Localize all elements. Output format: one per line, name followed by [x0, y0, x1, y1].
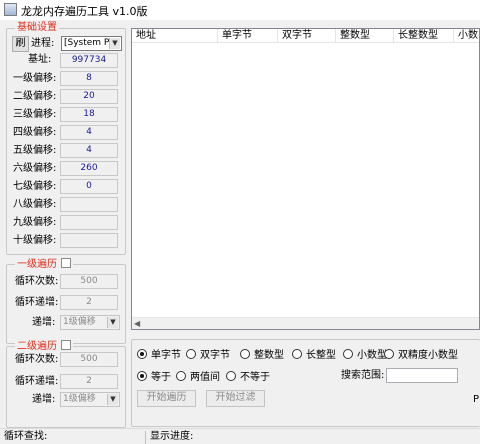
chevron-left-icon[interactable]: ◀ [134, 318, 140, 329]
level1-count-label: 循环次数: [15, 276, 59, 287]
offset-field[interactable] [60, 197, 118, 212]
radio-dot-icon[interactable] [137, 371, 147, 381]
column-header[interactable]: 双字节 [278, 29, 336, 43]
radio-option[interactable]: 双精度小数型 [384, 349, 458, 362]
level1-count-field[interactable]: 500 [60, 274, 118, 289]
radio-option[interactable]: 双字节 [186, 349, 230, 362]
status-loop-label: 循环查找: [0, 431, 146, 444]
offset-field[interactable] [60, 215, 118, 230]
level2-count-field[interactable]: 500 [60, 352, 118, 367]
search-range-input[interactable] [386, 368, 458, 383]
offset-field[interactable]: 18 [60, 107, 118, 122]
radio-dot-icon[interactable] [176, 371, 186, 381]
level1-title: 一级遍历 [15, 258, 73, 271]
level1-inc-select[interactable]: 1级偏移 ▼ [60, 315, 120, 330]
offset-label: 八级偏移: [13, 199, 57, 210]
radio-label: 双字节 [200, 350, 230, 361]
start-filter-button[interactable]: 开始过滤 [206, 390, 265, 407]
radio-label: 整数型 [254, 350, 284, 361]
offset-label: 五级偏移: [13, 145, 57, 156]
start-traverse-button[interactable]: 开始遍历 [137, 390, 196, 407]
level2-title-text: 二级遍历 [17, 341, 57, 352]
level2-checkbox[interactable] [61, 340, 71, 350]
radio-label: 两值间 [190, 372, 220, 383]
column-header[interactable]: 地址 [132, 29, 218, 43]
column-header[interactable]: 小数 [454, 29, 479, 43]
radio-option[interactable]: 等于 [137, 371, 171, 384]
level1-step-label: 循环递增: [15, 297, 59, 308]
status-progress-label: 显示进度: [150, 431, 194, 442]
level2-step-label: 循环递增: [15, 376, 59, 387]
offset-field[interactable]: 4 [60, 125, 118, 140]
offset-field[interactable] [60, 233, 118, 248]
level2-inc-label: 递增: [32, 394, 56, 405]
column-header[interactable]: 长整数型 [394, 29, 454, 43]
offset-label: 六级偏移: [13, 163, 57, 174]
chevron-down-icon[interactable]: ▼ [109, 38, 120, 49]
refresh-button[interactable]: 刷 [12, 36, 29, 52]
level1-inc-value: 1级偏移 [63, 317, 96, 327]
offset-label: 一级偏移: [13, 73, 57, 84]
level1-title-text: 一级遍历 [17, 259, 57, 270]
horizontal-scrollbar[interactable]: ◀ [132, 317, 479, 329]
radio-label: 小数型 [357, 350, 387, 361]
level1-step-field[interactable]: 2 [60, 295, 118, 310]
radio-label: 单字节 [151, 350, 181, 361]
radio-dot-icon[interactable] [137, 349, 147, 359]
level2-inc-value: 1级偏移 [63, 394, 96, 404]
column-header[interactable]: 单字节 [218, 29, 278, 43]
offset-label: 四级偏移: [13, 127, 57, 138]
level2-inc-select[interactable]: 1级偏移 ▼ [60, 392, 120, 407]
radio-option[interactable]: 小数型 [343, 349, 387, 362]
radio-dot-icon[interactable] [343, 349, 353, 359]
offset-label: 二级偏移: [13, 91, 57, 102]
process-label: 进程: [31, 38, 55, 49]
radio-dot-icon[interactable] [384, 349, 394, 359]
offset-label: 三级偏移: [13, 109, 57, 120]
radio-label: 长整型 [306, 350, 336, 361]
status-bar: 循环查找: 显示进度: [0, 428, 480, 444]
search-range-label: 搜索范围: [341, 370, 385, 381]
offset-label: 七级偏移: [13, 181, 57, 192]
window-title: 龙龙内存遍历工具 v1.0版 [21, 5, 148, 18]
process-select[interactable]: [System Pro ▼ [61, 36, 122, 51]
radio-dot-icon[interactable] [240, 349, 250, 359]
base-address-field[interactable]: 997734 [60, 53, 118, 68]
base-address-label: 基址: [28, 54, 52, 65]
offset-field[interactable]: 8 [60, 71, 118, 86]
basic-settings-title: 基础设置 [15, 22, 59, 34]
level1-checkbox[interactable] [61, 258, 71, 268]
results-header: 地址 单字节 双字节 整数型 长整数型 小数 [132, 29, 479, 43]
offset-field[interactable]: 260 [60, 161, 118, 176]
cut-off-text: P [473, 394, 480, 405]
level1-inc-label: 递增: [32, 317, 56, 328]
offset-label: 十级偏移: [13, 235, 57, 246]
chevron-down-icon[interactable]: ▼ [107, 394, 118, 405]
offset-field[interactable]: 0 [60, 179, 118, 194]
radio-option[interactable]: 两值间 [176, 371, 220, 384]
app-icon [4, 3, 17, 16]
radio-label: 不等于 [240, 372, 270, 383]
radio-label: 双精度小数型 [398, 350, 458, 361]
title-bar: 龙龙内存遍历工具 v1.0版 [0, 0, 480, 20]
radio-option[interactable]: 不等于 [226, 371, 270, 384]
level2-step-field[interactable]: 2 [60, 374, 118, 389]
radio-option[interactable]: 整数型 [240, 349, 284, 362]
radio-dot-icon[interactable] [186, 349, 196, 359]
radio-option[interactable]: 长整型 [292, 349, 336, 362]
radio-dot-icon[interactable] [292, 349, 302, 359]
offset-field[interactable]: 20 [60, 89, 118, 104]
radio-label: 等于 [151, 372, 171, 383]
offset-field[interactable]: 4 [60, 143, 118, 158]
level2-count-label: 循环次数: [15, 354, 59, 365]
column-header[interactable]: 整数型 [336, 29, 394, 43]
radio-option[interactable]: 单字节 [137, 349, 181, 362]
offset-label: 九级偏移: [13, 217, 57, 228]
results-list[interactable]: 地址 单字节 双字节 整数型 长整数型 小数 ◀ [131, 28, 480, 330]
main-window: 基础设置 刷 进程: [System Pro ▼ 基址: 997734 一级偏移… [0, 20, 480, 444]
radio-dot-icon[interactable] [226, 371, 236, 381]
chevron-down-icon[interactable]: ▼ [107, 317, 118, 328]
